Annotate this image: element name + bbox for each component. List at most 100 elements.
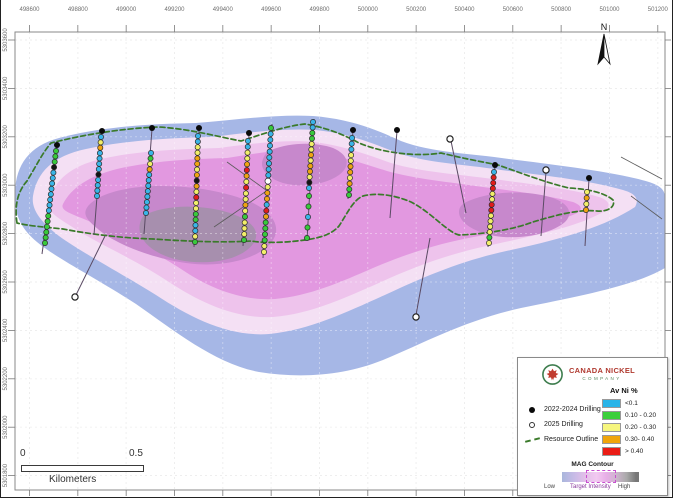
assay-bead-orange bbox=[194, 172, 199, 177]
assay-bead-yellow bbox=[194, 200, 199, 205]
target-intensity-box bbox=[586, 470, 616, 483]
assay-bead-yellow bbox=[262, 243, 267, 248]
drill-collar-2022-2024 bbox=[394, 127, 400, 133]
assay-bead-blue bbox=[146, 183, 151, 188]
filled-circle-icon bbox=[524, 407, 540, 413]
assay-bead-blue bbox=[47, 203, 52, 208]
y-axis-label: 5302000 bbox=[3, 415, 9, 439]
assay-bead-yellow bbox=[487, 229, 492, 234]
assay-bead-red bbox=[194, 195, 199, 200]
drill-collar-2025 bbox=[447, 136, 453, 142]
assay-bead-green bbox=[310, 130, 315, 135]
assay-bead-orange bbox=[195, 156, 200, 161]
assay-bead-blue bbox=[50, 175, 55, 180]
company-name: CANADA NICKEL bbox=[564, 366, 640, 375]
drill-collar-2025 bbox=[543, 167, 549, 173]
assay-bead-yellow bbox=[193, 206, 198, 211]
y-axis-label: 5302600 bbox=[3, 270, 9, 294]
assay-bead-orange bbox=[244, 173, 249, 178]
drill-collar-2022-2024 bbox=[492, 162, 498, 168]
x-axis-label: 500600 bbox=[503, 7, 524, 13]
scale-end-label: 0.5 bbox=[129, 448, 143, 459]
north-arrow-right-half bbox=[604, 34, 610, 64]
assay-bead-blue bbox=[195, 133, 200, 138]
assay-bead-green bbox=[306, 193, 311, 198]
assay-bead-blue bbox=[144, 205, 149, 210]
assay-bead-red bbox=[244, 185, 249, 190]
assay-bead-yellow bbox=[348, 158, 353, 163]
assay-bead-yellow bbox=[98, 140, 103, 145]
north-arrow-left-half bbox=[598, 34, 604, 64]
assay-bead-orange bbox=[348, 170, 353, 175]
assay-bead-yellow bbox=[347, 175, 352, 180]
assay-bead-blue bbox=[48, 197, 53, 202]
assay-bead-green bbox=[53, 148, 58, 153]
x-axis-label: 500800 bbox=[551, 7, 572, 13]
assay-bead-yellow bbox=[195, 145, 200, 150]
assay-bead-red bbox=[491, 175, 496, 180]
assay-bead-orange bbox=[98, 145, 103, 150]
scale-bar-rect bbox=[21, 465, 144, 472]
assay-bead-red bbox=[489, 202, 494, 207]
assay-bead-blue bbox=[268, 137, 273, 142]
assay-bead-blue bbox=[98, 134, 103, 139]
grade-swatch-red bbox=[602, 447, 621, 456]
y-axis-label: 5302200 bbox=[3, 366, 9, 390]
assay-bead-black bbox=[96, 172, 101, 177]
assay-bead-blue bbox=[50, 181, 55, 186]
assay-bead-blue bbox=[97, 156, 102, 161]
assay-bead-yellow bbox=[194, 189, 199, 194]
assay-bead-blue bbox=[46, 208, 51, 213]
assay-bead-blue bbox=[267, 143, 272, 148]
assay-bead-yellow bbox=[488, 224, 493, 229]
assay-bead-yellow bbox=[244, 179, 249, 184]
assay-bead-blue bbox=[267, 149, 272, 154]
assay-bead-red bbox=[244, 168, 249, 173]
assay-bead-black bbox=[194, 178, 199, 183]
legend: CANADA NICKEL COMPANY Av Ni % 2022-2024 … bbox=[517, 357, 668, 496]
grade-label: 0.20 - 0.30 bbox=[625, 424, 656, 431]
assay-bead-green bbox=[148, 156, 153, 161]
assay-bead-yellow bbox=[193, 234, 198, 239]
grade-swatch-green bbox=[602, 411, 621, 420]
drill-collar-2022-2024 bbox=[196, 125, 202, 131]
y-axis-label: 5302400 bbox=[3, 318, 9, 342]
assay-bead-green bbox=[487, 235, 492, 240]
x-axis-label: 500400 bbox=[454, 7, 475, 13]
y-axis-label: 5303400 bbox=[3, 76, 9, 100]
assay-bead-blue bbox=[193, 228, 198, 233]
grade-label: > 0.40 bbox=[625, 448, 643, 455]
assay-bead-yellow bbox=[242, 232, 247, 237]
x-axis-label: 500000 bbox=[358, 7, 379, 13]
logo-text: CANADA NICKEL COMPANY bbox=[564, 366, 640, 381]
drill-collar-2022-2024 bbox=[99, 128, 105, 134]
assay-bead-blue bbox=[145, 189, 150, 194]
x-axis-label: 501200 bbox=[648, 7, 669, 13]
assay-bead-green bbox=[46, 213, 51, 218]
assay-bead-blue bbox=[306, 185, 311, 190]
assay-bead-yellow bbox=[349, 153, 354, 158]
drill-collar-2022-2024 bbox=[149, 125, 155, 131]
mag-high-label: High bbox=[618, 484, 630, 490]
assay-bead-orange bbox=[265, 190, 270, 195]
assay-bead-orange bbox=[263, 214, 268, 219]
assay-bead-green bbox=[241, 237, 246, 242]
assay-bead-yellow bbox=[265, 184, 270, 189]
assay-bead-blue bbox=[266, 167, 271, 172]
legend-item-2025-drilling: 2025 Drilling bbox=[524, 417, 601, 432]
canada-nickel-logo bbox=[541, 363, 564, 386]
assay-bead-yellow bbox=[242, 226, 247, 231]
assay-bead-blue bbox=[245, 144, 250, 149]
drill-collar-2022-2024 bbox=[246, 130, 252, 136]
mag-gradient-bar bbox=[562, 472, 639, 482]
assay-bead-blue bbox=[144, 199, 149, 204]
drill-collar-2022-2024 bbox=[586, 175, 592, 181]
drill-collar-2022-2024 bbox=[54, 142, 60, 148]
assay-bead-blue bbox=[95, 177, 100, 182]
grade-legend-title: Av Ni % bbox=[610, 386, 638, 395]
legend-item-label: 2022-2024 Drilling bbox=[544, 406, 601, 413]
assay-bead-orange bbox=[307, 169, 312, 174]
assay-bead-green bbox=[305, 225, 310, 230]
north-label: N bbox=[601, 22, 608, 32]
assay-bead-green bbox=[263, 226, 268, 231]
